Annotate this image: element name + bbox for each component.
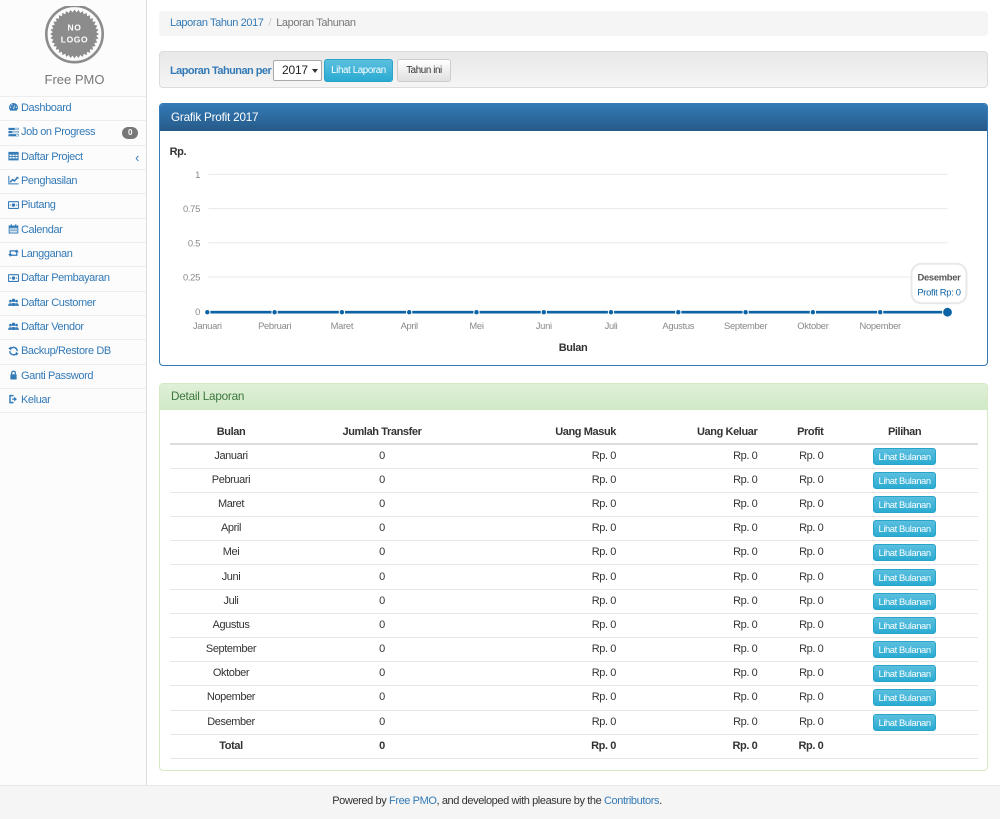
svg-text:Bulan: Bulan [559,342,588,354]
svg-text:Desember: Desember [918,272,962,283]
svg-text:0: 0 [195,306,200,317]
svg-text:Pebruari: Pebruari [258,320,291,331]
svg-text:September: September [724,320,767,331]
svg-text:Oktober: Oktober [797,320,828,331]
svg-text:Maret: Maret [331,320,354,331]
svg-text:Juni: Juni [536,320,552,331]
svg-text:0.5: 0.5 [188,237,200,248]
svg-text:Nopember: Nopember [860,320,902,331]
svg-text:Agustus: Agustus [662,320,694,331]
svg-text:Profit Rp: 0: Profit Rp: 0 [917,287,960,298]
svg-text:Januari: Januari [193,320,222,331]
svg-text:Rp.: Rp. [170,146,187,158]
svg-text:LOGO: LOGO [60,34,87,44]
svg-text:1: 1 [195,169,200,180]
svg-text:Mei: Mei [469,320,483,331]
svg-text:April: April [401,320,418,331]
svg-text:NO: NO [67,22,81,32]
svg-text:Juli: Juli [605,320,618,331]
svg-text:0.75: 0.75 [183,203,200,214]
svg-text:0.25: 0.25 [183,272,200,283]
